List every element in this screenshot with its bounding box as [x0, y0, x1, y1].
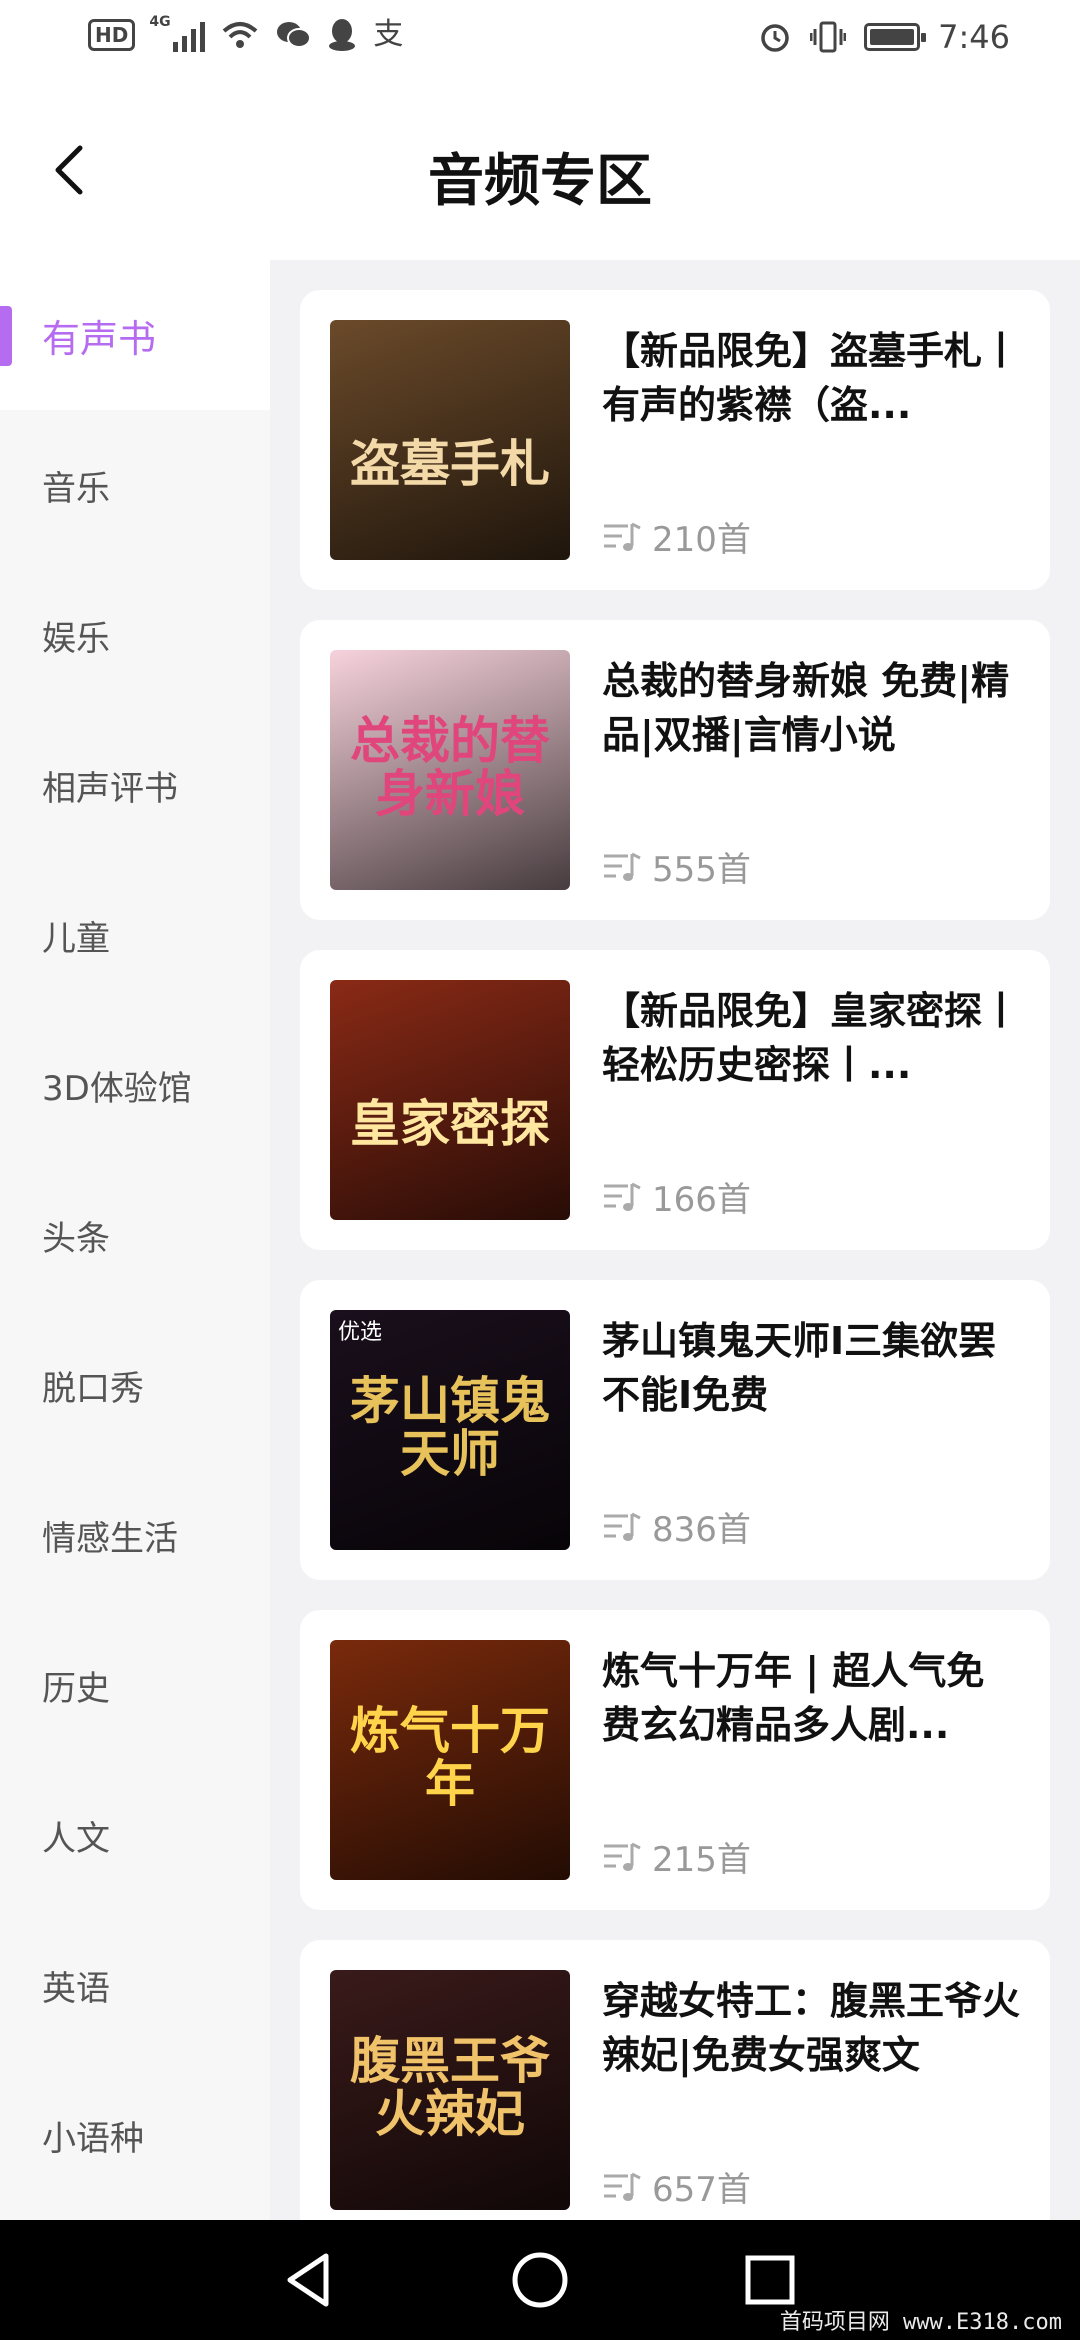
album-title: 穿越女特工：腹黑王爷火辣妃|免费女强爽文: [602, 1979, 1021, 2077]
alipay-icon: 支: [373, 17, 404, 52]
sidebar-item[interactable]: 头条: [0, 1160, 270, 1310]
sidebar-item[interactable]: 情感生活: [0, 1460, 270, 1610]
sidebar-item-label: 儿童: [42, 918, 110, 959]
qq-icon: [329, 19, 356, 51]
album-title: 炼气十万年 | 超人气免费玄幻精品多人剧...: [602, 1649, 985, 1747]
battery-icon: [864, 23, 927, 51]
sidebar-item-label: 人文: [42, 1818, 110, 1859]
sidebar-item[interactable]: 小语种: [0, 2060, 270, 2210]
sidebar-item[interactable]: 相声评书: [0, 710, 270, 860]
album-card[interactable]: 腹黑王爷火辣妃 穿越女特工：腹黑王爷火辣妃|免费女强爽文 657首: [300, 1940, 1050, 2240]
album-list: 盗墓手札 【新品限免】盗墓手札丨有声的紫襟（盗... 210首总裁的替身新娘 总裁的替…: [300, 290, 1050, 2270]
app-header: 音频专区: [0, 80, 1080, 260]
album-title: 总裁的替身新娘 免费|精品|双播|言情小说: [602, 659, 1010, 757]
track-count: 210首: [602, 512, 751, 561]
network-type: 4G: [149, 14, 171, 30]
playlist-icon: [604, 2172, 641, 2201]
sidebar-item-label: 小语种: [42, 2118, 144, 2159]
vibrate-icon: [810, 21, 847, 53]
track-count: 555首: [602, 842, 751, 891]
album-card[interactable]: 炼气十万年 炼气十万年 | 超人气免费玄幻精品多人剧... 215首: [300, 1610, 1050, 1910]
page-title: 音频专区: [428, 149, 652, 214]
sidebar-item[interactable]: 3D体验馆: [0, 1010, 270, 1160]
sidebar-item-label: 脱口秀: [42, 1368, 144, 1409]
album-card[interactable]: 总裁的替身新娘 总裁的替身新娘 免费|精品|双播|言情小说 555首: [300, 620, 1050, 920]
album-cover: 茅山镇鬼天师 优选: [330, 1310, 570, 1550]
screen: HD 4G 支 7:46 音频专区 有声书 音乐 娱乐 相声评书 儿童 3D体验…: [0, 0, 1080, 2340]
category-sidebar: 有声书音乐娱乐相声评书儿童 3D体验馆头条脱口秀情感生活历史人文英语小语种: [0, 260, 270, 2220]
alarm-icon: [761, 24, 789, 52]
sidebar-item-label: 相声评书: [42, 768, 178, 809]
album-title: 【新品限免】盗墓手札丨有声的紫襟（盗...: [602, 329, 1021, 427]
sidebar-item[interactable]: 英语: [0, 1910, 270, 2060]
cover-text: 炼气十万年: [350, 1702, 550, 1813]
wifi-icon: [223, 22, 258, 48]
sidebar-item-label: 音乐: [42, 468, 110, 509]
playlist-icon: [604, 852, 641, 881]
track-count-label: 555首: [652, 850, 751, 890]
sidebar-item-label: 3D体验馆: [42, 1068, 192, 1109]
album-card[interactable]: 茅山镇鬼天师 优选 茅山镇鬼天师I三集欲罢不能I免费 836首: [300, 1280, 1050, 1580]
track-count: 166首: [602, 1172, 751, 1221]
track-count: 215首: [602, 1832, 751, 1881]
status-right: 7:46: [758, 18, 1010, 56]
sidebar-item[interactable]: 脱口秀: [0, 1310, 270, 1460]
cover-text: 腹黑王爷火辣妃: [350, 2032, 550, 2143]
signal-icon: 4G: [149, 14, 206, 52]
sidebar-item[interactable]: 音乐: [0, 410, 270, 560]
playlist-icon: [604, 1182, 641, 1211]
album-card[interactable]: 皇家密探 【新品限免】皇家密探丨轻松历史密探丨... 166首: [300, 950, 1050, 1250]
playlist-icon: [604, 1842, 641, 1871]
sidebar-item-label: 历史: [42, 1668, 110, 1709]
album-cover: 总裁的替身新娘: [330, 650, 570, 890]
cover-text: 总裁的替身新娘: [350, 712, 550, 823]
cover-badge: 优选: [338, 1320, 383, 1345]
cover-text: 茅山镇鬼天师: [350, 1372, 550, 1483]
track-count-label: 836首: [652, 1510, 751, 1550]
sidebar-item-label: 娱乐: [42, 618, 110, 659]
back-triangle-icon[interactable]: [272, 2242, 348, 2318]
sidebar-item-label: 情感生活: [42, 1518, 178, 1559]
album-cover: 皇家密探: [330, 980, 570, 1220]
sidebar-item[interactable]: 娱乐: [0, 560, 270, 710]
hd-icon: HD: [88, 19, 136, 51]
album-cover: 腹黑王爷火辣妃: [330, 1970, 570, 2210]
playlist-icon: [604, 522, 641, 551]
watermark: 首码项目网 www.E318.com: [779, 2310, 1062, 2335]
track-count-label: 215首: [652, 1840, 751, 1880]
sidebar-item[interactable]: 人文: [0, 1760, 270, 1910]
home-circle-icon[interactable]: [502, 2242, 578, 2318]
active-indicator: [0, 306, 12, 366]
cover-text: 皇家密探: [350, 1094, 550, 1153]
track-count-label: 657首: [652, 2170, 751, 2210]
system-nav-bar: 首码项目网 www.E318.com: [0, 2220, 1080, 2340]
sidebar-item[interactable]: 儿童: [0, 860, 270, 1010]
album-cover: 炼气十万年: [330, 1640, 570, 1880]
track-count: 836首: [602, 1502, 751, 1551]
album-title: 【新品限免】皇家密探丨轻松历史密探丨...: [602, 989, 1021, 1087]
album-card[interactable]: 盗墓手札 【新品限免】盗墓手札丨有声的紫襟（盗... 210首: [300, 290, 1050, 590]
album-cover: 盗墓手札: [330, 320, 570, 560]
track-count: 657首: [602, 2162, 751, 2211]
sidebar-item-label: 英语: [42, 1968, 110, 2009]
sidebar-item[interactable]: 有声书: [0, 260, 270, 410]
wechat-icon: [277, 22, 312, 48]
sidebar-item-label: 头条: [42, 1218, 110, 1259]
status-bar: HD 4G 支 7:46: [0, 0, 1080, 80]
track-count-label: 166首: [652, 1180, 751, 1220]
sidebar-item-label: 有声书: [42, 316, 157, 361]
clock: 7:46: [938, 18, 1010, 56]
album-title: 茅山镇鬼天师I三集欲罢不能I免费: [602, 1319, 997, 1417]
status-left: HD 4G 支: [88, 14, 404, 52]
playlist-icon: [604, 1512, 641, 1541]
cover-text: 盗墓手札: [350, 434, 550, 493]
sidebar-item[interactable]: 历史: [0, 1610, 270, 1760]
track-count-label: 210首: [652, 520, 751, 560]
